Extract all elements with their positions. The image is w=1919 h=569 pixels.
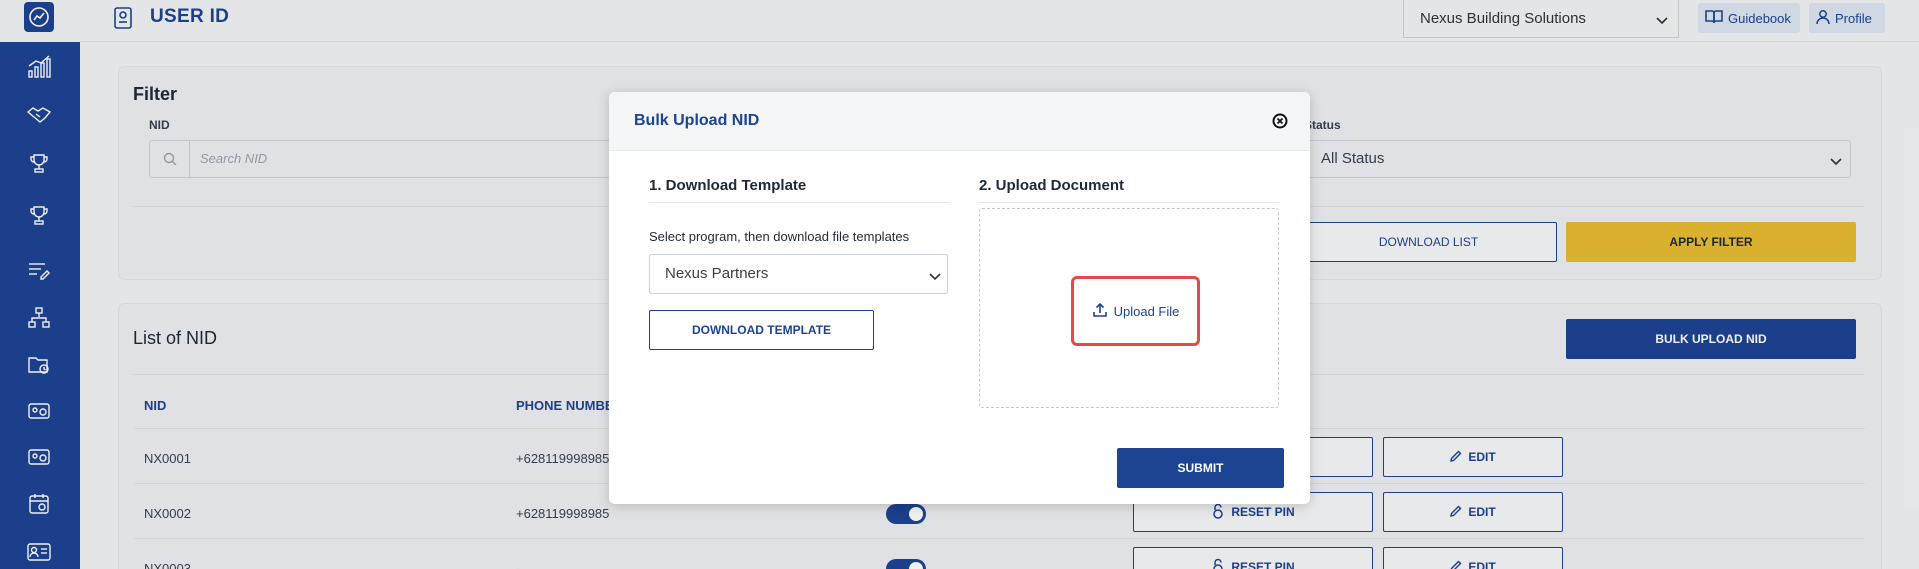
upload-file-label: Upload File	[1113, 303, 1180, 319]
modal-title: Bulk Upload NID	[634, 112, 760, 129]
step1-divider	[649, 202, 949, 203]
download-template-button[interactable]: DOWNLOAD TEMPLATE	[649, 310, 874, 350]
modal-header: Bulk Upload NID	[609, 92, 1310, 151]
step2-title: 2. Upload Document	[979, 177, 1125, 194]
close-icon[interactable]	[1272, 113, 1288, 129]
program-select[interactable]: Nexus Partners	[649, 254, 948, 294]
template-helper-text: Select program, then download file templ…	[649, 229, 910, 244]
upload-file-button[interactable]: Upload File	[1071, 276, 1200, 346]
download-template-label: DOWNLOAD TEMPLATE	[691, 323, 832, 337]
submit-button[interactable]: SUBMIT	[1117, 448, 1284, 488]
bulk-upload-modal: Bulk Upload NID 1. Download Template Sel…	[609, 92, 1310, 504]
program-select-value: Nexus Partners	[665, 265, 769, 282]
step1-title: 1. Download Template	[649, 177, 807, 194]
step2-divider	[979, 202, 1279, 203]
chevron-down-icon	[929, 268, 941, 285]
upload-icon	[1092, 302, 1108, 321]
upload-dropzone[interactable]: Upload File	[979, 208, 1279, 408]
submit-label: SUBMIT	[1177, 461, 1224, 475]
